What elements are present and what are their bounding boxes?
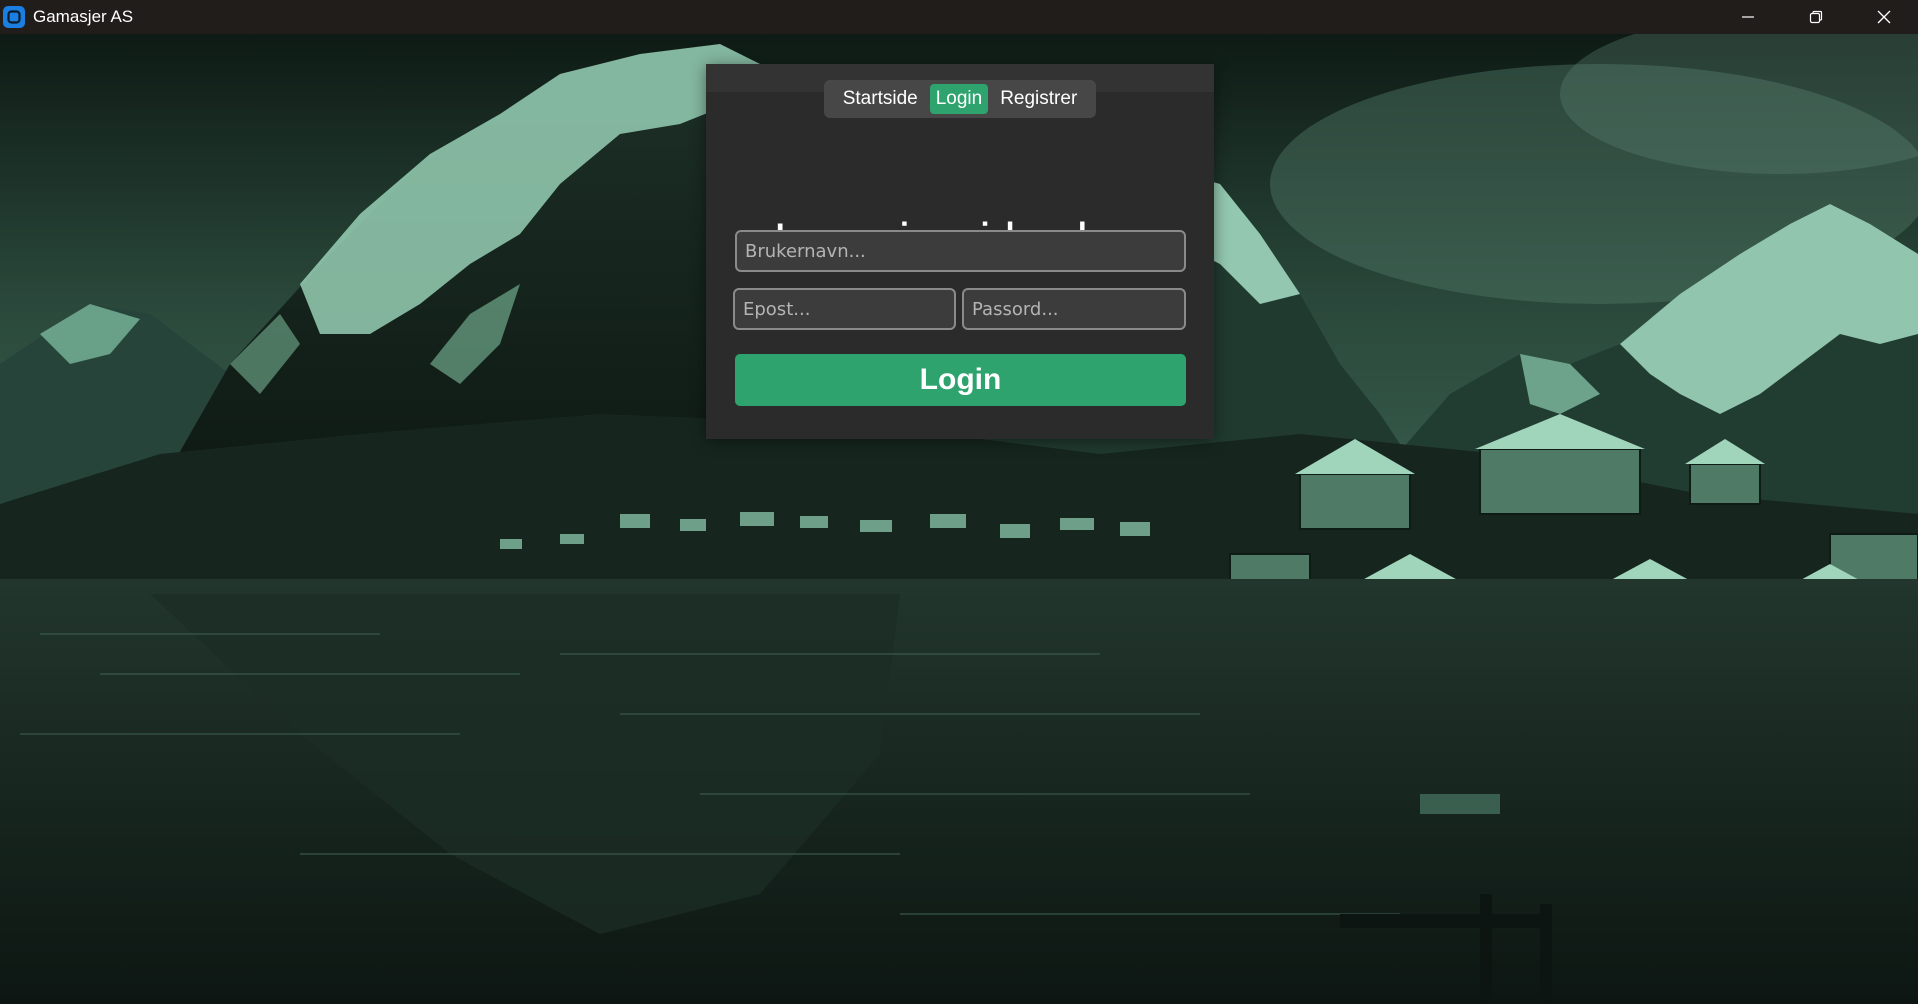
close-button[interactable]: [1850, 0, 1918, 34]
window-title: Gamasjer AS: [33, 7, 134, 26]
restore-icon: [1809, 10, 1823, 24]
window-controls: [1714, 0, 1918, 34]
title-bar: Gamasjer AS: [0, 0, 1918, 34]
nav-link-registrer[interactable]: Registrer: [994, 84, 1083, 114]
login-card: Startside Login Registrer Logg inn i bru…: [706, 64, 1214, 439]
minimize-icon: [1742, 16, 1754, 18]
top-navigation: Startside Login Registrer: [824, 80, 1096, 118]
app-window: Gamasjer AS Startside Login Registrer Br…: [0, 0, 1918, 1004]
app-logo-icon: [3, 6, 25, 28]
restore-button[interactable]: [1782, 0, 1850, 34]
login-button[interactable]: Login: [735, 354, 1186, 406]
close-icon: [1877, 10, 1891, 24]
minimize-button[interactable]: [1714, 0, 1782, 34]
password-input[interactable]: [962, 288, 1186, 330]
nav-link-startside[interactable]: Startside: [837, 84, 924, 114]
username-input[interactable]: [735, 230, 1186, 272]
nav-link-login[interactable]: Login: [929, 84, 989, 114]
email-input[interactable]: [733, 288, 956, 330]
